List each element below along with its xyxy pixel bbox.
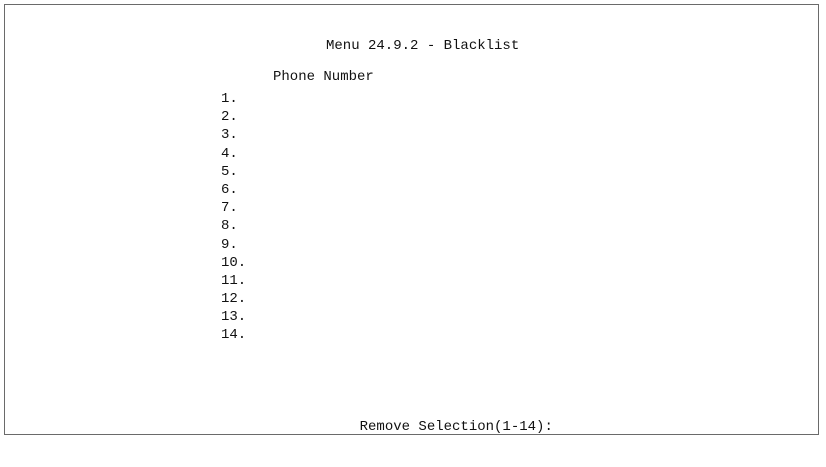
- remove-selection-prompt: Remove Selection(1-14):: [326, 403, 553, 467]
- entry-number: 11.: [221, 272, 247, 289]
- phone-number-column-header: Phone Number: [273, 69, 374, 85]
- blacklist-entry-list: 1. 2. 3. 4. 5. 6. 7. 8. 9. 10. 11. 12. 1…: [221, 90, 435, 345]
- blacklist-entry[interactable]: 8.: [221, 217, 435, 235]
- phone-number-field[interactable]: [255, 199, 435, 217]
- blacklist-entry[interactable]: 13.: [221, 308, 435, 326]
- phone-number-field[interactable]: [255, 163, 435, 181]
- entry-number: 10.: [221, 254, 247, 271]
- phone-number-field[interactable]: [255, 290, 435, 308]
- phone-number-field[interactable]: [255, 272, 435, 290]
- entry-number: 5.: [221, 163, 238, 180]
- entry-number: 14.: [221, 327, 247, 344]
- blacklist-entry[interactable]: 3.: [221, 126, 435, 144]
- entry-number: 12.: [221, 291, 247, 308]
- phone-number-field[interactable]: [255, 90, 435, 108]
- phone-number-field[interactable]: [255, 217, 435, 235]
- entry-number: 1.: [221, 91, 238, 107]
- blacklist-entry[interactable]: 4.: [221, 145, 435, 163]
- entry-number: 6.: [221, 181, 238, 198]
- entry-number: 13.: [221, 309, 247, 326]
- phone-number-field[interactable]: [255, 326, 435, 344]
- blacklist-entry[interactable]: 9.: [221, 236, 435, 254]
- phone-number-field[interactable]: [255, 108, 435, 126]
- blacklist-entry[interactable]: 6.: [221, 181, 435, 199]
- entry-number: 4.: [221, 145, 238, 162]
- entry-number: 3.: [221, 127, 238, 144]
- blacklist-entry[interactable]: 12.: [221, 290, 435, 308]
- phone-number-field[interactable]: [255, 254, 435, 272]
- remove-selection-input[interactable]: [360, 435, 400, 451]
- phone-number-field[interactable]: [255, 181, 435, 199]
- terminal-window: Menu 24.9.2 - Blacklist Phone Number 1. …: [4, 4, 819, 435]
- blacklist-entry[interactable]: 10.: [221, 254, 435, 272]
- blacklist-entry[interactable]: 2.: [221, 108, 435, 126]
- entry-number: 9.: [221, 236, 238, 253]
- menu-title: Menu 24.9.2 - Blacklist: [326, 38, 520, 54]
- phone-number-field[interactable]: [255, 145, 435, 163]
- phone-number-field[interactable]: [255, 308, 435, 326]
- entry-number: 7.: [221, 200, 238, 217]
- remove-selection-label: Remove Selection(1-14):: [359, 419, 553, 435]
- blacklist-entry[interactable]: 11.: [221, 272, 435, 290]
- blacklist-entry[interactable]: 5.: [221, 163, 435, 181]
- blacklist-entry[interactable]: 1.: [221, 90, 435, 108]
- entry-number: 8.: [221, 218, 238, 235]
- entry-number: 2.: [221, 109, 238, 126]
- blacklist-entry[interactable]: 14.: [221, 326, 435, 344]
- phone-number-field[interactable]: [255, 126, 435, 144]
- blacklist-entry[interactable]: 7.: [221, 199, 435, 217]
- phone-number-field[interactable]: [255, 236, 435, 254]
